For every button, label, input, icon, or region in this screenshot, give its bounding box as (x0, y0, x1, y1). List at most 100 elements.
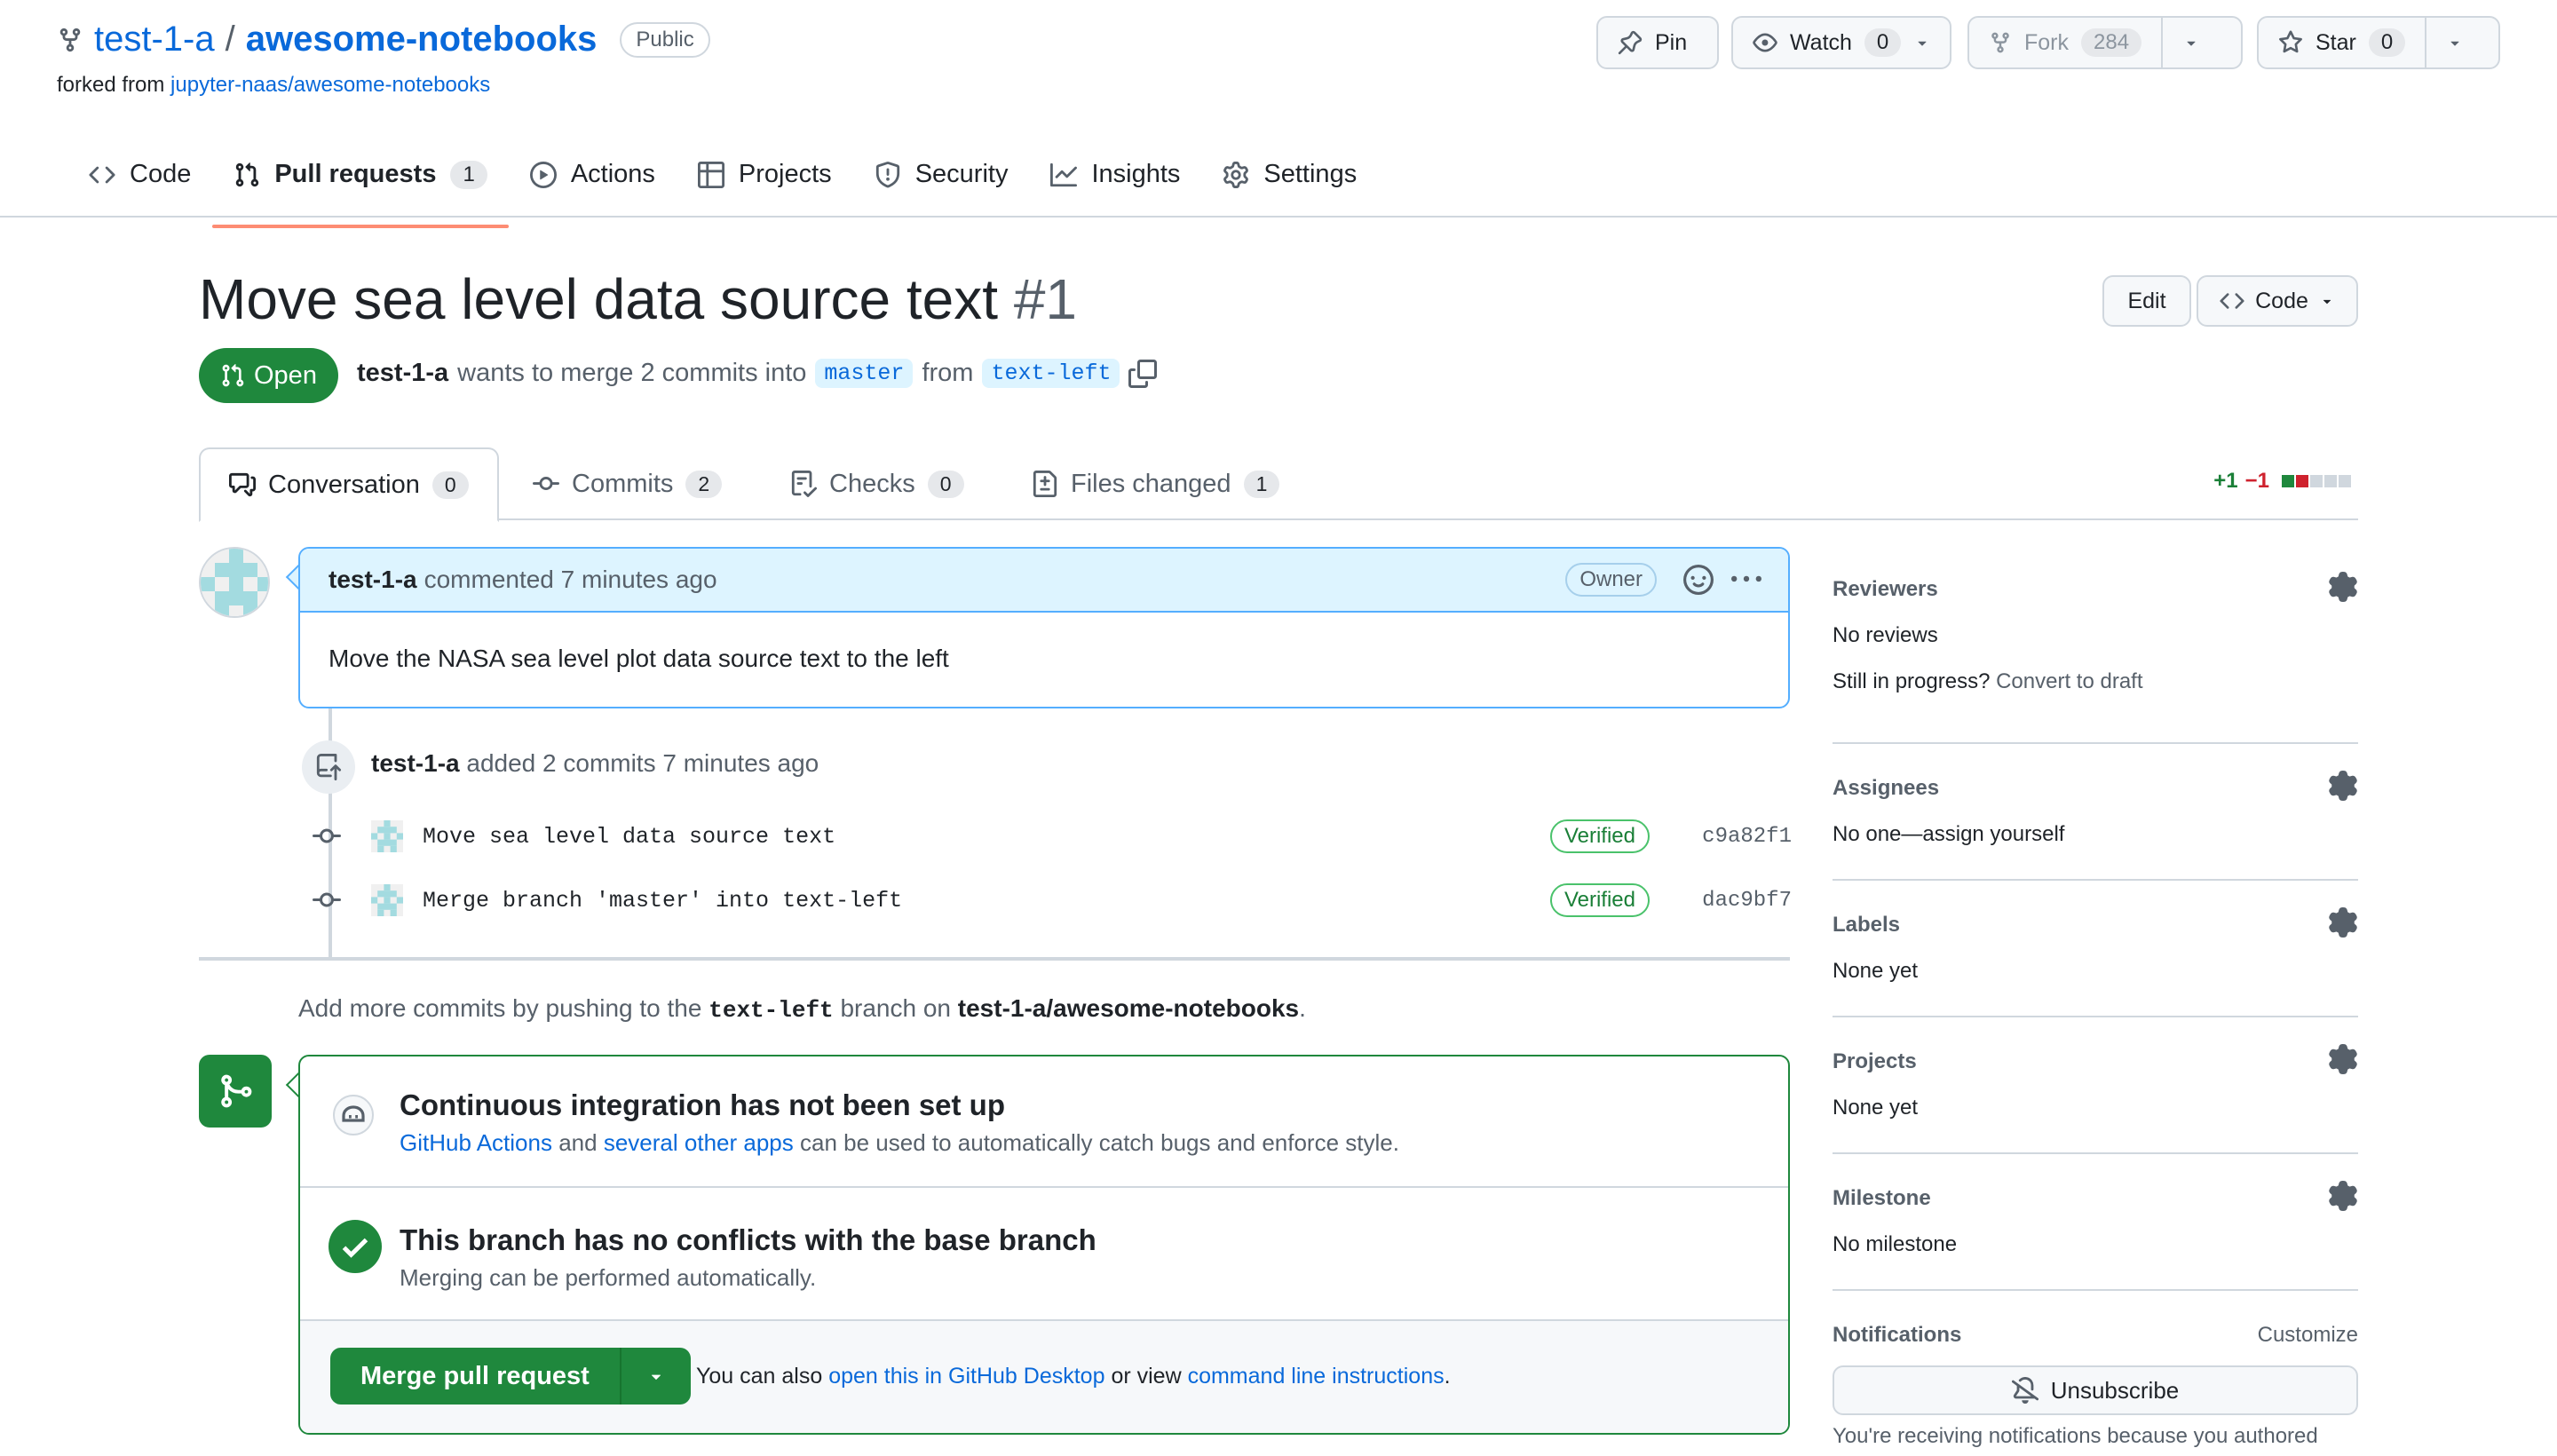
copy-icon[interactable] (1128, 359, 1158, 388)
comment-author-link[interactable]: test-1-a (329, 566, 417, 594)
merge-action-section: Merge pull request You can also open thi… (300, 1321, 1788, 1433)
edit-label: Edit (2127, 288, 2166, 313)
pr-title-text: Move sea level data source text (199, 267, 999, 331)
github-desktop-link[interactable]: open this in GitHub Desktop (828, 1364, 1104, 1389)
avatar[interactable] (199, 547, 270, 618)
labels-heading[interactable]: Labels (1833, 913, 1900, 938)
tab-checks[interactable]: Checks 0 (790, 447, 964, 520)
commit-icon (313, 886, 341, 914)
push-hint: Add more commits by pushing to the text-… (298, 994, 1306, 1024)
repo-owner-link[interactable]: test-1-a (94, 20, 215, 59)
tab-code[interactable]: Code (67, 151, 212, 212)
draft-hint: Still in progress? Convert to draft (1833, 669, 2143, 694)
table-icon (697, 161, 724, 188)
robot-icon (332, 1094, 375, 1136)
avatar[interactable] (371, 884, 403, 916)
milestone-heading[interactable]: Milestone (1833, 1186, 1931, 1211)
other-apps-link[interactable]: several other apps (604, 1129, 794, 1156)
eye-icon (1753, 30, 1777, 55)
kebab-menu-icon[interactable] (1731, 565, 1761, 595)
code-icon (89, 162, 115, 188)
also-mid: or view (1111, 1364, 1182, 1389)
base-branch[interactable]: master (815, 359, 914, 388)
also-text: You can also open this in GitHub Desktop… (696, 1364, 1451, 1389)
labels-value: None yet (1833, 959, 1919, 983)
milestone-gear-icon[interactable] (2328, 1181, 2358, 1211)
repo-name-link[interactable]: awesome-notebooks (246, 20, 598, 59)
ci-section: Continuous integration has not been set … (300, 1056, 1788, 1188)
avatar[interactable] (371, 820, 403, 852)
status-label: Open (254, 360, 317, 390)
tab-commits[interactable]: Commits 2 (533, 447, 723, 520)
bell-slash-icon (2011, 1377, 2038, 1404)
comment-box: test-1-a commented 7 minutes ago Owner M… (298, 547, 1790, 708)
tab-conversation[interactable]: Conversation 0 (199, 447, 499, 522)
triangle-down-icon (646, 1366, 666, 1386)
star-dropdown[interactable] (2425, 18, 2483, 67)
pr-meta: test-1-a wants to merge 2 commits into m… (357, 359, 1158, 388)
tab-settings[interactable]: Settings (1201, 151, 1378, 212)
sidebar-divider (1833, 1152, 2358, 1154)
head-branch[interactable]: text-left (982, 359, 1120, 388)
tab-security[interactable]: Security (853, 151, 1030, 212)
assignees-gear-icon[interactable] (2328, 771, 2358, 801)
tab-projects[interactable]: Projects (677, 151, 853, 212)
pull-request-icon (234, 162, 260, 188)
commit-sha-link[interactable]: dac9bf7 (1702, 889, 1792, 913)
pin-icon (1618, 30, 1643, 55)
play-icon (529, 161, 557, 188)
tab-pull-requests[interactable]: Pull requests 1 (212, 151, 510, 228)
tab-actions[interactable]: Actions (509, 151, 677, 212)
hint-prefix: Add more commits by pushing to the (298, 994, 702, 1022)
tab-insights[interactable]: Insights (1029, 151, 1201, 212)
projects-heading[interactable]: Projects (1833, 1049, 1917, 1074)
pr-from-text: from (922, 359, 974, 387)
event-text: added 2 commits 7 minutes ago (466, 749, 819, 777)
comment-action[interactable]: commented 7 minutes ago (424, 566, 717, 594)
projects-gear-icon[interactable] (2328, 1044, 2358, 1074)
labels-gear-icon[interactable] (2328, 907, 2358, 938)
pin-label: Pin (1655, 29, 1688, 55)
code-dropdown-button[interactable]: Code (2197, 275, 2358, 327)
list-item: Merge branch 'master' into text-left Ver… (309, 879, 1792, 922)
notification-reason: You're receiving notifications because y… (1833, 1424, 2318, 1448)
assignees-heading[interactable]: Assignees (1833, 776, 1939, 801)
commit-message-link[interactable]: Merge branch 'master' into text-left (423, 888, 902, 914)
customize-link[interactable]: Customize (2258, 1323, 2358, 1348)
pr-meta-text: wants to merge 2 commits into (457, 359, 807, 387)
reviewers-heading[interactable]: Reviewers (1833, 577, 1938, 602)
command-line-link[interactable]: command line instructions (1188, 1364, 1445, 1389)
commit-sha-link[interactable]: c9a82f1 (1702, 825, 1792, 849)
tab-files-changed[interactable]: Files changed 1 (1032, 447, 1280, 520)
merge-method-dropdown[interactable] (619, 1348, 691, 1405)
merge-box: Continuous integration has not been set … (298, 1055, 1790, 1435)
unsubscribe-button[interactable]: Unsubscribe (1833, 1365, 2358, 1415)
tab-checks-label: Checks (829, 469, 915, 498)
forked-from-link[interactable]: jupyter-naas/awesome-notebooks (170, 73, 490, 97)
assignees-value[interactable]: No one—assign yourself (1833, 822, 2064, 847)
fork-dropdown[interactable] (2161, 18, 2220, 67)
gear-icon (1223, 161, 1249, 188)
smiley-icon[interactable] (1683, 565, 1714, 595)
fork-button[interactable]: Fork 284 (1967, 16, 2243, 69)
merge-pull-request-button[interactable]: Merge pull request (330, 1348, 620, 1405)
verified-badge[interactable]: Verified (1549, 819, 1650, 853)
repo-title: test-1-a / awesome-notebooks Public (57, 20, 710, 59)
code-dropdown-label: Code (2255, 288, 2308, 313)
pr-author-link[interactable]: test-1-a (357, 359, 448, 388)
edit-button[interactable]: Edit (2102, 275, 2191, 327)
commits-event: test-1-a added 2 commits 7 minutes ago (371, 749, 819, 778)
star-button[interactable]: Star 0 (2257, 16, 2500, 69)
pin-button[interactable]: Pin (1596, 16, 1719, 69)
tab-conversation-label: Conversation (268, 470, 420, 499)
star-icon (2278, 30, 2303, 55)
convert-to-draft-link[interactable]: Convert to draft (1996, 669, 2142, 693)
event-author-link[interactable]: test-1-a (371, 749, 460, 777)
github-actions-link[interactable]: GitHub Actions (400, 1129, 552, 1156)
watch-button[interactable]: Watch 0 (1731, 16, 1951, 69)
verified-badge[interactable]: Verified (1549, 883, 1650, 917)
reviewers-gear-icon[interactable] (2328, 572, 2358, 602)
tab-insights-label: Insights (1091, 160, 1181, 188)
watch-count: 0 (1864, 28, 1902, 57)
commit-message-link[interactable]: Move sea level data source text (423, 824, 835, 850)
